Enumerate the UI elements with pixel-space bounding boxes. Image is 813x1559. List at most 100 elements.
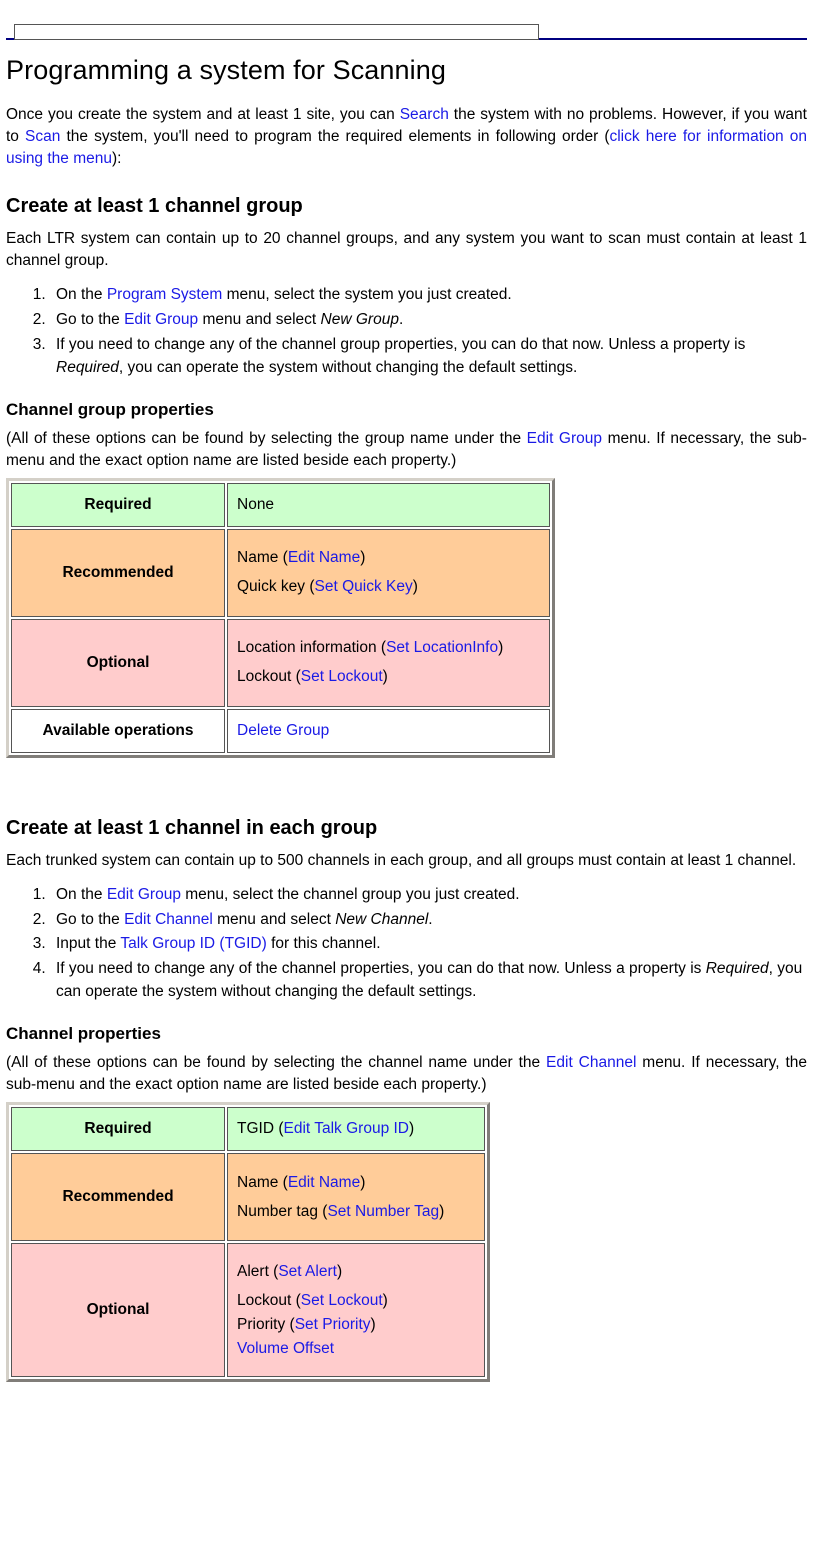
step-text-1b: menu, select the channel group you just …: [180, 885, 520, 903]
subsection-heading-channel-group-properties: Channel group properties: [6, 399, 214, 419]
table-row: Recommended Name (Edit Name) Number tag …: [11, 1153, 485, 1242]
step-text-3b: , you can operate the system without cha…: [118, 358, 578, 376]
value-text: Priority (: [237, 1315, 295, 1333]
value-line: Number tag (Set Number Tag): [237, 1201, 475, 1223]
edit-talk-group-id-link[interactable]: Edit Talk Group ID: [284, 1120, 410, 1137]
step-italic-new-channel: New Channel: [335, 910, 429, 928]
table-row: Required None: [11, 482, 550, 527]
set-locationinfo-link[interactable]: Set LocationInfo: [386, 639, 498, 656]
document-page: Programming a system for Scanning Once y…: [0, 38, 813, 1383]
group-properties-note: (All of these options can be found by se…: [6, 428, 807, 472]
volume-offset-link[interactable]: Volume Offset: [237, 1340, 334, 1357]
section-heading-create-channel-group: Create at least 1 channel group: [6, 195, 303, 218]
value-text: Lockout (: [237, 1291, 301, 1309]
row-value-optional: Location information (Set LocationInfo) …: [227, 618, 550, 707]
row-value-recommended: Name (Edit Name) Number tag (Set Number …: [227, 1153, 485, 1242]
table-row: Optional Location information (Set Locat…: [11, 618, 550, 707]
cut-off-top-element: [14, 24, 539, 40]
row-label-available-operations: Available operations: [11, 708, 225, 753]
row-label-optional: Optional: [11, 1243, 225, 1378]
value-after: ): [382, 1291, 388, 1309]
value-text: Lockout (: [237, 668, 301, 686]
value-line: Name (Edit Name): [237, 1172, 475, 1194]
set-number-tag-link[interactable]: Set Number Tag: [327, 1203, 439, 1220]
row-label-recommended: Recommended: [11, 528, 225, 617]
intro-paragraph: Once you create the system and at least …: [6, 104, 807, 170]
value-line: Alert (Set Alert): [237, 1261, 475, 1283]
step-text-2b: menu and select: [198, 311, 321, 329]
edit-name-link[interactable]: Edit Name: [288, 549, 360, 566]
intro-text-1: Once you create the system and at least …: [6, 106, 400, 124]
value-after: ): [412, 578, 418, 596]
note-text-1: (All of these options can be found by se…: [6, 1054, 547, 1072]
step-text-3b: for this channel.: [266, 935, 381, 953]
row-label-required: Required: [11, 482, 225, 527]
row-value-required: TGID (Edit Talk Group ID): [227, 1107, 485, 1152]
list-item: If you need to change any of the channel…: [50, 958, 807, 1004]
list-item: Go to the Edit Channel menu and select N…: [50, 909, 807, 932]
value-line: Lockout (Set Lockout): [237, 666, 540, 688]
edit-channel-menu-link[interactable]: Edit Channel: [546, 1054, 636, 1071]
list-item: If you need to change any of the channel…: [50, 334, 807, 380]
value-text: None: [237, 495, 275, 513]
set-priority-link[interactable]: Set Priority: [295, 1316, 371, 1333]
value-text: Quick key (: [237, 578, 315, 596]
steps-list-channel-group: On the Program System menu, select the s…: [6, 284, 807, 379]
row-value-available-operations: Delete Group: [227, 708, 550, 753]
edit-name-link[interactable]: Edit Name: [288, 1174, 360, 1191]
step-text-1b: menu, select the system you just created…: [222, 286, 512, 304]
value-after: ): [360, 549, 366, 567]
set-lockout-link[interactable]: Set Lockout: [301, 1292, 383, 1309]
steps-list-channel: On the Edit Group menu, select the chann…: [6, 884, 807, 1004]
set-lockout-link[interactable]: Set Lockout: [301, 668, 383, 685]
value-text: Location information (: [237, 639, 387, 657]
step-italic-required: Required: [56, 358, 119, 376]
step-text-1a: On the: [56, 885, 107, 903]
step-text-2a: Go to the: [56, 311, 125, 329]
edit-group-menu-link[interactable]: Edit Group: [527, 430, 602, 447]
scan-link[interactable]: Scan: [25, 128, 60, 145]
program-system-link[interactable]: Program System: [107, 286, 222, 303]
channel-group-properties-table: Required None Recommended Name (Edit Nam…: [6, 477, 555, 758]
step-text-3a: Input the: [56, 935, 121, 953]
edit-group-link[interactable]: Edit Group: [107, 886, 181, 903]
table-row: Optional Alert (Set Alert) Lockout (Set …: [11, 1243, 485, 1378]
step-text-2c: .: [398, 311, 404, 329]
delete-group-link[interactable]: Delete Group: [237, 722, 329, 739]
search-link[interactable]: Search: [400, 106, 449, 123]
value-line: Name (Edit Name): [237, 547, 540, 569]
talk-group-id-link[interactable]: Talk Group ID (TGID): [120, 935, 266, 952]
step-italic-required: Required: [705, 960, 769, 978]
value-text: Alert (: [237, 1262, 279, 1280]
table-row: Available operations Delete Group: [11, 708, 550, 753]
table-row: Recommended Name (Edit Name) Quick key (…: [11, 528, 550, 617]
value-text: Number tag (: [237, 1202, 328, 1220]
value-after: ): [382, 668, 388, 686]
value-after: ): [336, 1262, 343, 1280]
section-group-intro: Each LTR system can contain up to 20 cha…: [6, 230, 807, 270]
list-item: Input the Talk Group ID (TGID) for this …: [50, 933, 807, 956]
row-value-recommended: Name (Edit Name) Quick key (Set Quick Ke…: [227, 528, 550, 617]
page-title: Programming a system for Scanning: [6, 55, 446, 85]
value-after: ): [360, 1173, 366, 1191]
channel-properties-note: (All of these options can be found by se…: [6, 1052, 807, 1096]
value-line: Delete Group: [237, 720, 540, 742]
row-value-required: None: [227, 482, 550, 527]
value-after: ): [409, 1120, 415, 1138]
row-label-required: Required: [11, 1107, 225, 1152]
step-text-2a: Go to the: [56, 910, 125, 928]
channel-properties-table: Required TGID (Edit Talk Group ID) Recom…: [6, 1102, 490, 1383]
value-after: ): [498, 639, 504, 657]
value-text: Name (: [237, 1173, 288, 1191]
list-item: On the Program System menu, select the s…: [50, 284, 807, 307]
edit-channel-link[interactable]: Edit Channel: [124, 911, 213, 928]
step-text-4a: If you need to change any of the channel…: [56, 960, 706, 978]
edit-group-link[interactable]: Edit Group: [124, 311, 198, 328]
set-quick-key-link[interactable]: Set Quick Key: [315, 578, 413, 595]
set-alert-link[interactable]: Set Alert: [278, 1263, 337, 1280]
value-line: TGID (Edit Talk Group ID): [237, 1118, 475, 1140]
value-text: TGID (: [237, 1120, 284, 1138]
step-text-2b: menu and select: [212, 910, 336, 928]
note-text-1: (All of these options can be found by se…: [6, 429, 527, 447]
section-heading-create-channel: Create at least 1 channel in each group: [6, 816, 378, 839]
